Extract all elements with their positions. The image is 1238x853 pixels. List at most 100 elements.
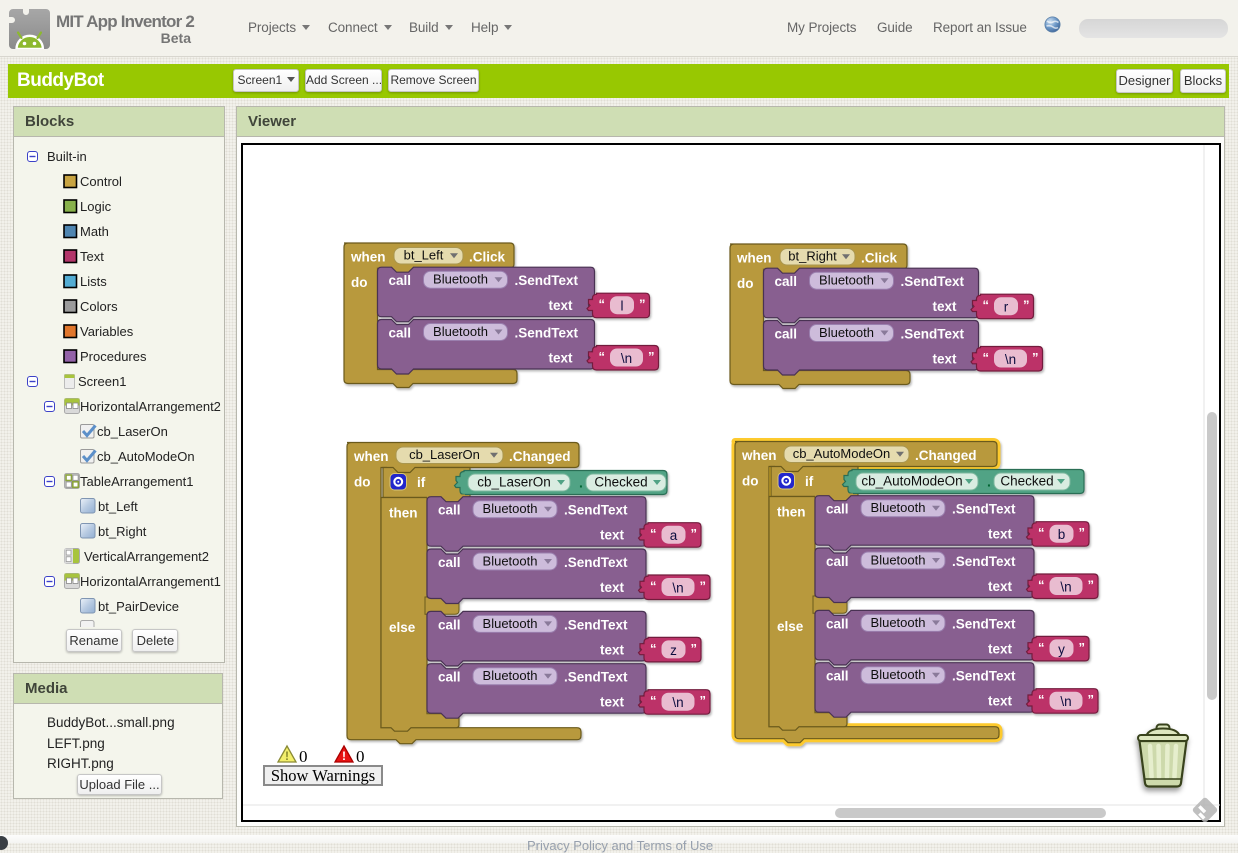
svg-text:.Click: .Click (469, 250, 506, 265)
svg-text:.SendText: .SendText (515, 273, 579, 288)
svg-text:bt_Right: bt_Right (788, 249, 837, 264)
svg-text:when: when (741, 448, 777, 463)
svg-text:Checked: Checked (594, 475, 647, 490)
svg-text:“: “ (650, 526, 657, 541)
svg-text:.SendText: .SendText (901, 327, 965, 342)
svg-text:call: call (826, 669, 849, 684)
svg-text:text: text (932, 352, 957, 367)
svg-text:“: “ (983, 350, 990, 365)
svg-text:“: “ (1038, 692, 1045, 707)
svg-text:z: z (670, 643, 677, 658)
svg-text:Bluetooth: Bluetooth (819, 273, 874, 288)
svg-text:\n: \n (672, 581, 683, 596)
svg-text:text: text (988, 527, 1013, 542)
svg-text:“: “ (650, 641, 657, 656)
svg-text:else: else (389, 620, 416, 635)
svg-text:”: ” (700, 693, 707, 708)
svg-text:Bluetooth: Bluetooth (483, 668, 538, 683)
svg-text:call: call (775, 274, 798, 289)
svg-text:Bluetooth: Bluetooth (871, 667, 926, 682)
svg-text:text: text (932, 299, 957, 314)
svg-text:b: b (1058, 527, 1066, 542)
svg-text:!: ! (342, 749, 346, 763)
svg-text:”: ” (1023, 298, 1030, 313)
svg-text:text: text (600, 580, 625, 595)
svg-text:.: . (579, 475, 583, 491)
svg-text:Bluetooth: Bluetooth (871, 615, 926, 630)
svg-text:call: call (775, 327, 798, 342)
svg-text:Bluetooth: Bluetooth (433, 324, 488, 339)
svg-text:text: text (988, 641, 1013, 656)
svg-text:”: ” (639, 297, 646, 312)
svg-text:“: “ (1038, 525, 1045, 540)
svg-text:“: “ (650, 693, 657, 708)
svg-text:“: “ (599, 297, 606, 312)
svg-text:”: ” (648, 349, 655, 364)
svg-text:when: when (350, 250, 386, 265)
svg-text:0: 0 (299, 747, 308, 766)
svg-text:text: text (600, 642, 625, 657)
svg-text:Bluetooth: Bluetooth (483, 616, 538, 631)
svg-text:text: text (600, 528, 625, 543)
svg-text:if: if (805, 474, 814, 489)
svg-text:\n: \n (1060, 694, 1071, 709)
svg-text:.SendText: .SendText (564, 670, 628, 685)
svg-text:\n: \n (672, 695, 683, 710)
svg-text:!: ! (285, 749, 289, 763)
svg-text:cb_AutoModeOn: cb_AutoModeOn (861, 474, 962, 489)
svg-text:do: do (737, 276, 754, 291)
svg-text:.SendText: .SendText (515, 326, 579, 341)
svg-text:\n: \n (1005, 352, 1016, 367)
svg-text:”: ” (1088, 692, 1095, 707)
svg-text:\n: \n (1060, 580, 1071, 595)
svg-text:.Changed: .Changed (509, 449, 571, 464)
svg-text:.SendText: .SendText (901, 274, 965, 289)
svg-text:Bluetooth: Bluetooth (483, 501, 538, 516)
svg-text:then: then (777, 505, 806, 520)
svg-text:“: “ (1038, 578, 1045, 593)
svg-text:.SendText: .SendText (564, 503, 628, 518)
svg-text:a: a (670, 528, 678, 543)
svg-text:cb_AutoModeOn: cb_AutoModeOn (793, 446, 891, 461)
svg-text:Checked: Checked (1000, 474, 1053, 489)
svg-text:.SendText: .SendText (564, 555, 628, 570)
svg-text:”: ” (691, 526, 698, 541)
svg-text:when: when (736, 251, 772, 266)
svg-text:do: do (351, 275, 368, 290)
svg-text:r: r (1004, 300, 1009, 315)
svg-text:\n: \n (621, 351, 632, 366)
svg-text:text: text (548, 298, 573, 313)
svg-text:call: call (438, 555, 461, 570)
svg-text:if: if (417, 475, 426, 490)
svg-text:.SendText: .SendText (952, 669, 1016, 684)
svg-text:”: ” (1079, 525, 1086, 540)
svg-text:“: “ (599, 349, 606, 364)
svg-text:else: else (777, 619, 804, 634)
svg-text:text: text (988, 579, 1013, 594)
svg-text:when: when (353, 449, 389, 464)
svg-text:l: l (621, 299, 624, 314)
svg-text:cb_LaserOn: cb_LaserOn (477, 475, 551, 490)
svg-text:bt_Left: bt_Left (404, 248, 444, 263)
svg-text:.SendText: .SendText (952, 554, 1016, 569)
svg-text:call: call (826, 554, 849, 569)
svg-text:.SendText: .SendText (952, 616, 1016, 631)
svg-text:Bluetooth: Bluetooth (871, 500, 926, 515)
svg-text:“: “ (983, 298, 990, 313)
svg-text:.SendText: .SendText (564, 617, 628, 632)
svg-text:“: “ (1038, 640, 1045, 655)
svg-text:do: do (742, 474, 759, 489)
svg-text:”: ” (691, 641, 698, 656)
svg-text:Bluetooth: Bluetooth (871, 553, 926, 568)
svg-text:call: call (438, 670, 461, 685)
svg-text:call: call (389, 326, 412, 341)
svg-text:.Changed: .Changed (915, 448, 977, 463)
svg-text:y: y (1058, 642, 1065, 657)
svg-text:Bluetooth: Bluetooth (819, 325, 874, 340)
svg-text:.SendText: .SendText (952, 502, 1016, 517)
svg-text:text: text (548, 351, 573, 366)
svg-text:.Click: .Click (861, 251, 898, 266)
svg-text:text: text (988, 694, 1013, 709)
svg-text:Bluetooth: Bluetooth (433, 272, 488, 287)
svg-text:text: text (600, 695, 625, 710)
